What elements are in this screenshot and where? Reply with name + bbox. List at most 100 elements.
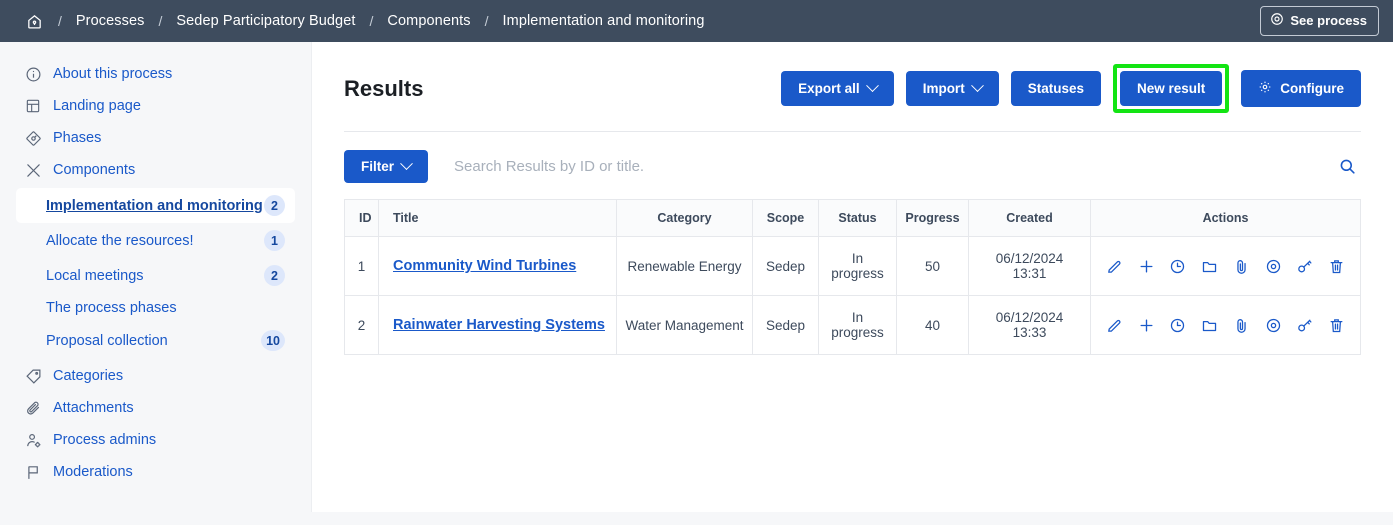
cell-created: 06/12/2024 13:33: [969, 296, 1091, 355]
sidebar-item-landing-page[interactable]: Landing page: [16, 90, 295, 122]
sidebar-subitem-implementation-and-monitoring[interactable]: Implementation and monitoring 2: [16, 188, 295, 223]
breadcrumb-sedep-participatory-budget[interactable]: Sedep Participatory Budget: [176, 13, 355, 29]
plus-icon[interactable]: [1137, 255, 1156, 277]
table-header: ID Title Category Scope Status Progress …: [345, 200, 1361, 237]
sidebar-subitem-proposal-collection[interactable]: Proposal collection 10: [16, 323, 295, 358]
paperclip-icon[interactable]: [1232, 255, 1251, 277]
sidebar-item-phases[interactable]: Phases: [16, 122, 295, 154]
breadcrumb-separator: /: [58, 13, 62, 29]
sidebar-subitem-count: 2: [264, 265, 285, 286]
sidebar-subitem-count: 10: [261, 330, 285, 351]
cell-id: 1: [345, 237, 379, 296]
import-button[interactable]: Import: [906, 71, 999, 106]
see-process-button[interactable]: See process: [1260, 6, 1379, 36]
breadcrumb-separator: /: [370, 13, 374, 29]
folder-icon[interactable]: [1200, 314, 1219, 336]
cell-status: In progress: [819, 237, 897, 296]
sidebar-item-label: Process admins: [53, 432, 156, 448]
edit-pencil-icon[interactable]: [1105, 255, 1124, 277]
column-header-id: ID: [345, 200, 379, 237]
gear-icon: [1258, 80, 1272, 97]
cell-title: Community Wind Turbines: [379, 237, 617, 296]
cell-status: In progress: [819, 296, 897, 355]
edit-pencil-icon[interactable]: [1105, 314, 1124, 336]
statuses-button[interactable]: Statuses: [1011, 71, 1101, 106]
filter-label: Filter: [361, 159, 394, 174]
clock-icon[interactable]: [1169, 255, 1188, 277]
sidebar-item-categories[interactable]: Categories: [16, 360, 295, 392]
sidebar: About this process Landing page Phases: [0, 42, 312, 512]
search-icon[interactable]: [1334, 153, 1361, 180]
configure-button[interactable]: Configure: [1241, 70, 1361, 107]
sidebar-subitem-local-meetings[interactable]: Local meetings 2: [16, 258, 295, 293]
search-input[interactable]: [454, 158, 1308, 175]
new-result-button[interactable]: New result: [1120, 71, 1222, 106]
new-result-label: New result: [1137, 81, 1205, 96]
sidebar-subitem-the-process-phases[interactable]: The process phases: [16, 293, 295, 323]
sidebar-subitem-count: 2: [264, 195, 285, 216]
table-row: 2 Rainwater Harvesting Systems Water Man…: [345, 296, 1361, 355]
breadcrumb-components[interactable]: Components: [387, 13, 470, 29]
tag-icon: [24, 367, 42, 385]
chevron-down-icon: [400, 157, 413, 170]
export-all-label: Export all: [798, 81, 860, 96]
page-layout: About this process Landing page Phases: [0, 42, 1393, 525]
home-icon[interactable]: [24, 11, 44, 31]
sidebar-item-label: Attachments: [53, 400, 134, 416]
sidebar-item-process-admins[interactable]: Process admins: [16, 424, 295, 456]
new-result-highlight-ring: New result: [1113, 64, 1229, 113]
row-actions: [1105, 255, 1346, 277]
sidebar-subitem-allocate-the-resources[interactable]: Allocate the resources! 1: [16, 223, 295, 258]
column-header-created: Created: [969, 200, 1091, 237]
paperclip-icon: [24, 399, 42, 417]
row-actions: [1105, 314, 1346, 336]
trash-icon[interactable]: [1327, 314, 1346, 336]
result-title-link[interactable]: Rainwater Harvesting Systems: [393, 317, 605, 333]
tools-icon: [24, 161, 42, 179]
key-icon[interactable]: [1296, 255, 1315, 277]
info-icon: [24, 65, 42, 83]
column-header-scope: Scope: [753, 200, 819, 237]
flag-icon: [24, 463, 42, 481]
sidebar-item-components[interactable]: Components: [16, 154, 295, 186]
sidebar-subitem-label: Allocate the resources!: [46, 233, 194, 249]
trash-icon[interactable]: [1327, 255, 1346, 277]
preview-eye-icon[interactable]: [1264, 314, 1283, 336]
breadcrumb-bar: / Processes / Sedep Participatory Budget…: [0, 0, 1393, 42]
cell-progress: 50: [897, 237, 969, 296]
page-title: Results: [344, 76, 423, 102]
chevron-down-icon: [866, 79, 879, 92]
key-icon[interactable]: [1296, 314, 1315, 336]
user-gear-icon: [24, 431, 42, 449]
paperclip-icon[interactable]: [1232, 314, 1251, 336]
sidebar-subitem-label: Implementation and monitoring: [46, 198, 263, 214]
cell-scope: Sedep: [753, 237, 819, 296]
export-all-button[interactable]: Export all: [781, 71, 894, 106]
sidebar-item-moderations[interactable]: Moderations: [16, 456, 295, 488]
cell-category: Water Management: [617, 296, 753, 355]
import-label: Import: [923, 81, 965, 96]
sidebar-subitem-label: Local meetings: [46, 268, 144, 284]
chevron-down-icon: [971, 79, 984, 92]
sidebar-item-label: Landing page: [53, 98, 141, 114]
target-icon: [1270, 12, 1284, 29]
sidebar-subitem-count: 1: [264, 230, 285, 251]
breadcrumb-processes[interactable]: Processes: [76, 13, 145, 29]
column-header-status: Status: [819, 200, 897, 237]
breadcrumb-separator: /: [485, 13, 489, 29]
plus-icon[interactable]: [1137, 314, 1156, 336]
cell-category: Renewable Energy: [617, 237, 753, 296]
preview-eye-icon[interactable]: [1264, 255, 1283, 277]
sidebar-item-attachments[interactable]: Attachments: [16, 392, 295, 424]
folder-icon[interactable]: [1200, 255, 1219, 277]
sidebar-item-label: Categories: [53, 368, 123, 384]
filter-button[interactable]: Filter: [344, 150, 428, 183]
configure-label: Configure: [1280, 81, 1344, 96]
sidebar-item-about-this-process[interactable]: About this process: [16, 58, 295, 90]
sidebar-item-label: Phases: [53, 130, 101, 146]
breadcrumb-separator: /: [158, 13, 162, 29]
breadcrumb-implementation-and-monitoring[interactable]: Implementation and monitoring: [503, 13, 705, 29]
clock-icon[interactable]: [1169, 314, 1188, 336]
results-table: ID Title Category Scope Status Progress …: [344, 199, 1361, 355]
result-title-link[interactable]: Community Wind Turbines: [393, 258, 576, 274]
